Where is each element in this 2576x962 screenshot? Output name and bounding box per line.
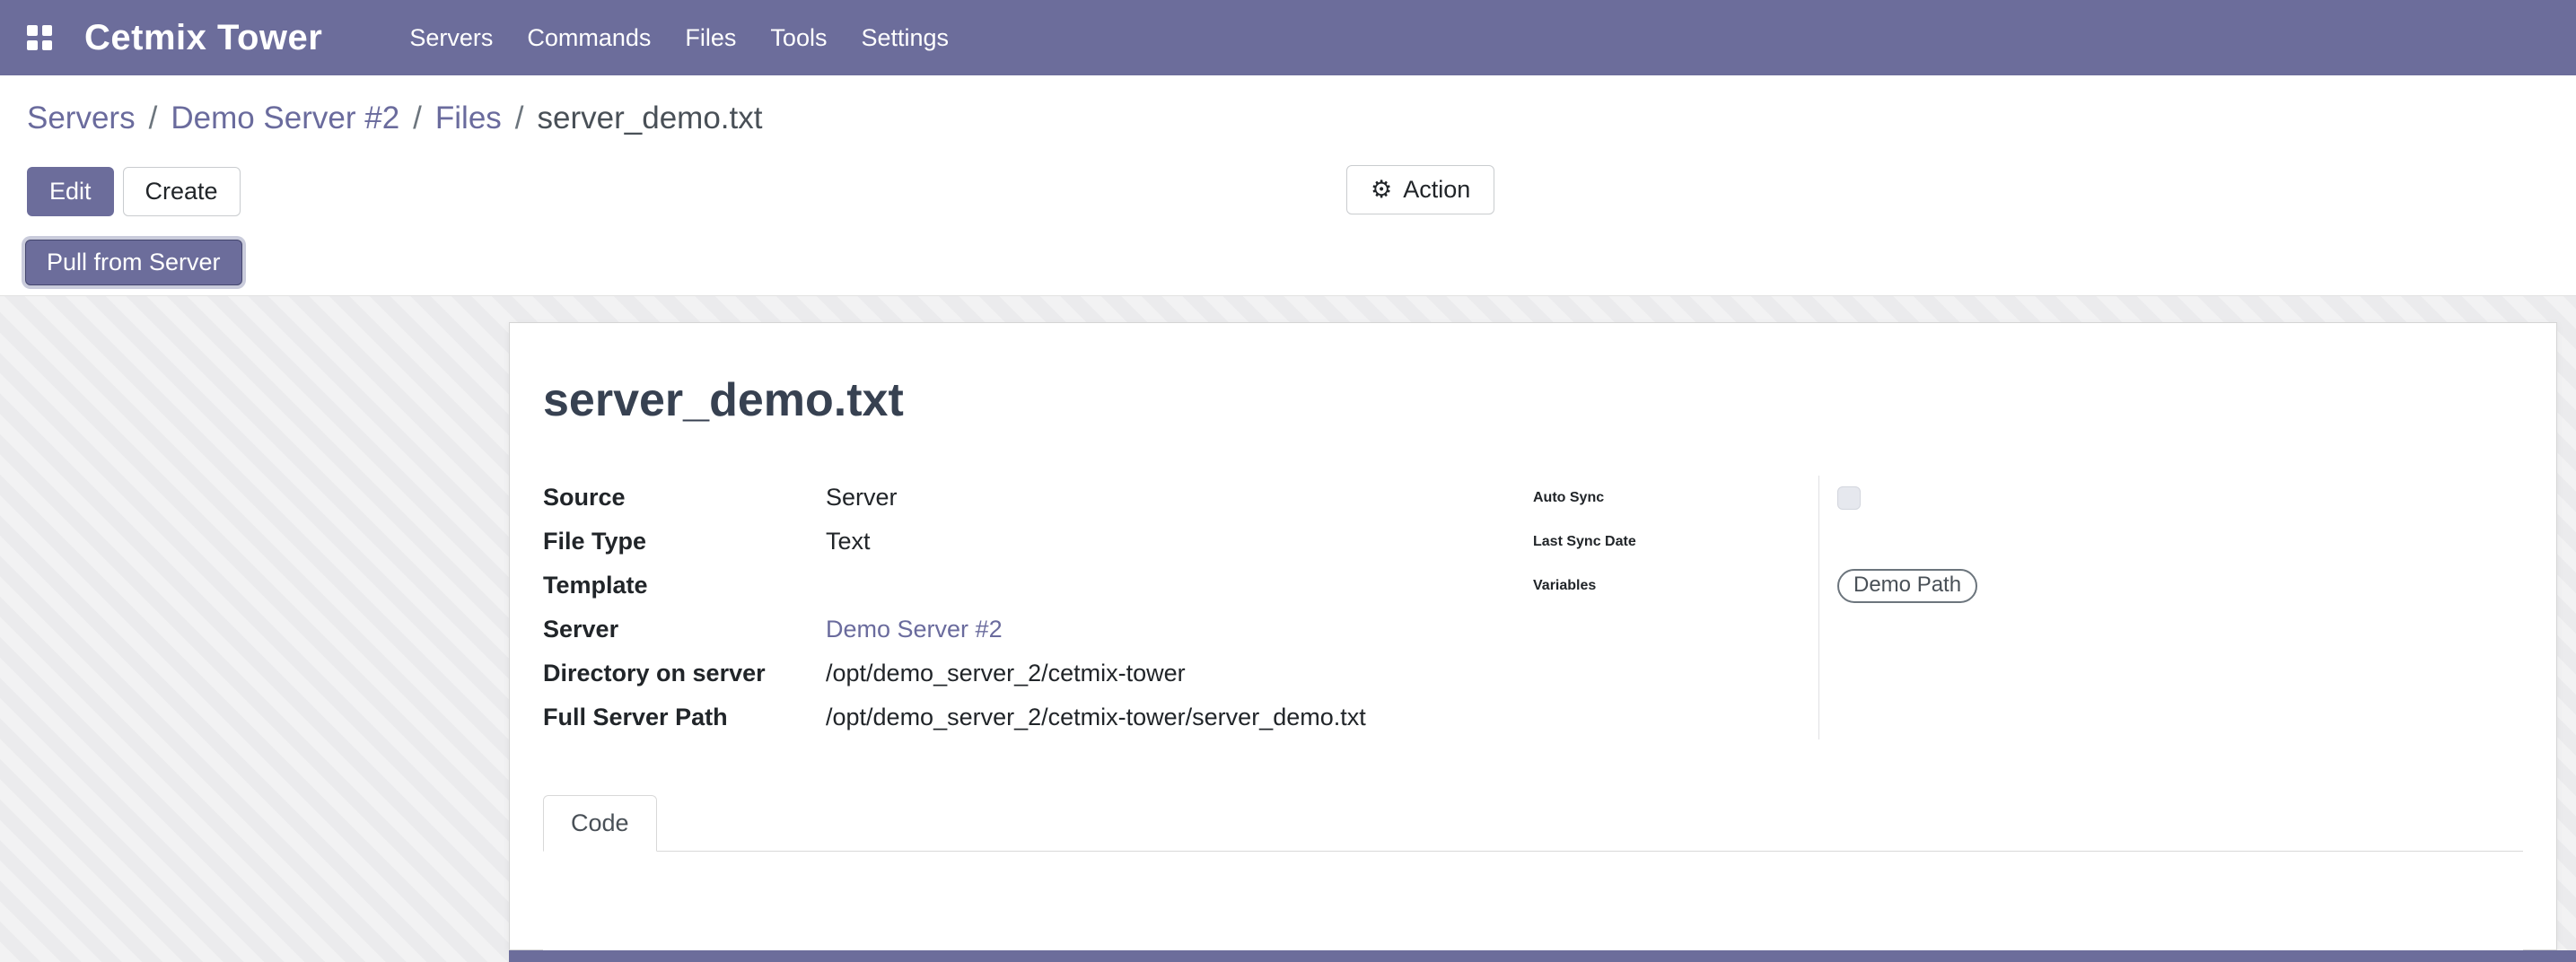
field-value-source: Server: [826, 484, 898, 512]
field-value-last-sync-date: [1837, 520, 2523, 564]
right-group-values: Demo Path: [1818, 476, 2523, 739]
field-row-source: Source Server: [543, 476, 1497, 520]
gear-icon: ⚙: [1371, 178, 1392, 202]
apps-grid-square: [42, 25, 53, 36]
breadcrumb: Servers / Demo Server #2 / Files / serve…: [0, 75, 2576, 153]
field-row-template: Template: [543, 564, 1497, 608]
tab-code[interactable]: Code: [543, 795, 657, 852]
apps-grid-square: [27, 40, 38, 51]
apps-grid-icon[interactable]: [27, 25, 52, 50]
field-row-file-type: File Type Text: [543, 520, 1497, 564]
field-label-file-type: File Type: [543, 527, 826, 555]
field-group-left: Source Server File Type Text Template Se…: [543, 476, 1533, 739]
field-row-directory: Directory on server /opt/demo_server_2/c…: [543, 652, 1497, 695]
variable-tag-demo-path[interactable]: Demo Path: [1837, 569, 1977, 603]
field-value-full-path: /opt/demo_server_2/cetmix-tower/server_d…: [826, 704, 1366, 731]
field-group-right: Auto Sync Last Sync Date Variables Demo …: [1533, 476, 2523, 739]
field-label-last-sync-date: Last Sync Date: [1533, 520, 1818, 564]
tab-code-content: [543, 852, 2523, 959]
field-value-file-type: Text: [826, 528, 871, 555]
field-value-auto-sync: [1837, 476, 2523, 520]
menu-item-commands[interactable]: Commands: [510, 24, 668, 52]
right-group-labels: Auto Sync Last Sync Date Variables: [1533, 476, 1818, 739]
breadcrumb-current: server_demo.txt: [538, 101, 763, 136]
breadcrumb-files[interactable]: Files: [435, 101, 502, 136]
apps-grid-square: [27, 25, 38, 36]
menu-item-tools[interactable]: Tools: [753, 24, 844, 52]
apps-grid-square: [42, 40, 53, 51]
notebook-tabs: Code: [543, 795, 2523, 852]
app-title[interactable]: Cetmix Tower: [84, 18, 322, 58]
field-label-full-path: Full Server Path: [543, 703, 826, 731]
control-panel: Edit Create ⚙ Action: [0, 153, 2576, 230]
field-label-variables: Variables: [1533, 564, 1818, 608]
code-editor-top-band: [509, 950, 2576, 962]
field-value-server-link[interactable]: Demo Server #2: [826, 616, 1003, 643]
create-button[interactable]: Create: [123, 167, 241, 216]
breadcrumb-servers[interactable]: Servers: [27, 101, 136, 136]
menu-item-files[interactable]: Files: [668, 24, 753, 52]
breadcrumb-separator: /: [515, 101, 524, 136]
field-label-source: Source: [543, 483, 826, 512]
edit-button[interactable]: Edit: [27, 167, 114, 216]
top-navbar: Cetmix Tower Servers Commands Files Tool…: [0, 0, 2576, 75]
field-value-directory: /opt/demo_server_2/cetmix-tower: [826, 660, 1186, 687]
breadcrumb-separator: /: [413, 101, 422, 136]
action-menu-label: Action: [1403, 176, 1470, 204]
breadcrumb-separator: /: [149, 101, 158, 136]
form-statusbar: Pull from Server: [0, 230, 2576, 296]
field-label-auto-sync: Auto Sync: [1533, 476, 1818, 520]
field-label-server: Server: [543, 615, 826, 643]
field-label-directory: Directory on server: [543, 659, 826, 687]
menu-item-settings[interactable]: Settings: [844, 24, 966, 52]
main-menu: Servers Commands Files Tools Settings: [392, 24, 966, 52]
notebook: Code: [543, 795, 2523, 959]
pull-from-server-button[interactable]: Pull from Server: [25, 240, 242, 285]
auto-sync-checkbox[interactable]: [1837, 486, 1861, 510]
breadcrumb-demo-server[interactable]: Demo Server #2: [171, 101, 399, 136]
form-sheet: server_demo.txt Source Server File Type …: [509, 322, 2557, 950]
field-row-server: Server Demo Server #2: [543, 608, 1497, 652]
field-value-variables: Demo Path: [1837, 564, 2523, 608]
form-view-background: server_demo.txt Source Server File Type …: [0, 296, 2576, 962]
field-label-template: Template: [543, 571, 826, 599]
action-menu-button[interactable]: ⚙ Action: [1346, 165, 1494, 214]
field-row-full-path: Full Server Path /opt/demo_server_2/cetm…: [543, 695, 1497, 739]
record-title: server_demo.txt: [543, 375, 2523, 425]
menu-item-servers[interactable]: Servers: [392, 24, 510, 52]
field-groups: Source Server File Type Text Template Se…: [543, 476, 2523, 739]
